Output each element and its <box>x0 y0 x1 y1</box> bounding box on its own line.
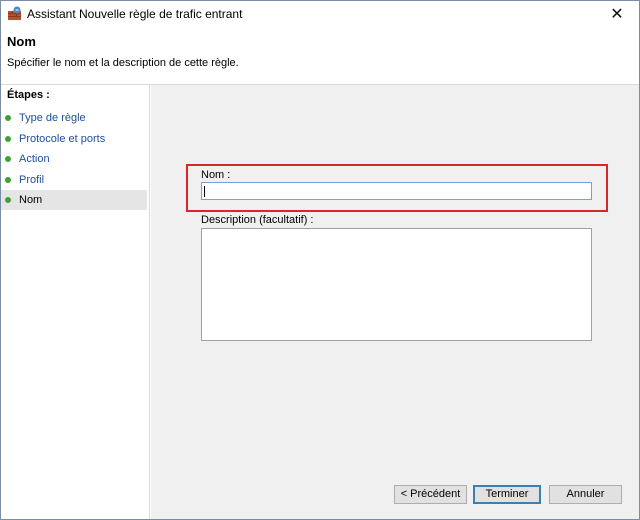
step-name: Nom <box>1 190 147 211</box>
step-label: Profil <box>19 173 45 186</box>
step-complete-dot-icon <box>5 115 11 121</box>
name-label: Nom : <box>201 169 231 181</box>
step-action[interactable]: Action <box>1 149 149 169</box>
step-label: Action <box>19 153 50 166</box>
step-complete-dot-icon <box>5 156 11 163</box>
step-rule-type[interactable]: Type de règle <box>1 108 149 128</box>
main-panel: Nom : Description (facultatif) : < Précé… <box>151 85 639 519</box>
steps-title: Étapes : <box>7 89 50 101</box>
text-caret <box>204 186 205 197</box>
description-label: Description (facultatif) : <box>201 214 314 226</box>
step-complete-dot-icon <box>5 176 11 183</box>
step-current-dot-icon <box>5 197 11 204</box>
steps-sidebar: Étapes : Type de règle Protocole et port… <box>1 85 150 519</box>
step-label: Nom <box>19 194 43 207</box>
back-button[interactable]: < Précédent <box>394 485 467 504</box>
step-complete-dot-icon <box>5 135 11 142</box>
step-label: Protocole et ports <box>19 132 106 145</box>
step-profile[interactable]: Profil <box>1 170 149 190</box>
title-bar: Assistant Nouvelle règle de trafic entra… <box>1 1 639 26</box>
cancel-button[interactable]: Annuler <box>549 485 622 504</box>
window-title: Assistant Nouvelle règle de trafic entra… <box>27 7 243 21</box>
steps-list: Type de règle Protocole et ports Action … <box>1 108 149 211</box>
close-button[interactable]: ✕ <box>595 1 639 26</box>
step-label: Type de règle <box>19 112 86 124</box>
step-protocol-ports[interactable]: Protocole et ports <box>1 129 149 149</box>
page-header: Nom Spécifier le nom et la description d… <box>1 26 639 85</box>
page-title: Nom <box>7 34 36 49</box>
name-input[interactable] <box>201 182 592 200</box>
finish-button[interactable]: Terminer <box>473 485 541 504</box>
page-subtitle: Spécifier le nom et la description de ce… <box>7 57 239 69</box>
firewall-rule-icon <box>7 6 23 21</box>
wizard-window: Assistant Nouvelle règle de trafic entra… <box>0 0 640 520</box>
description-textarea[interactable] <box>201 228 592 341</box>
close-icon: ✕ <box>610 4 624 23</box>
